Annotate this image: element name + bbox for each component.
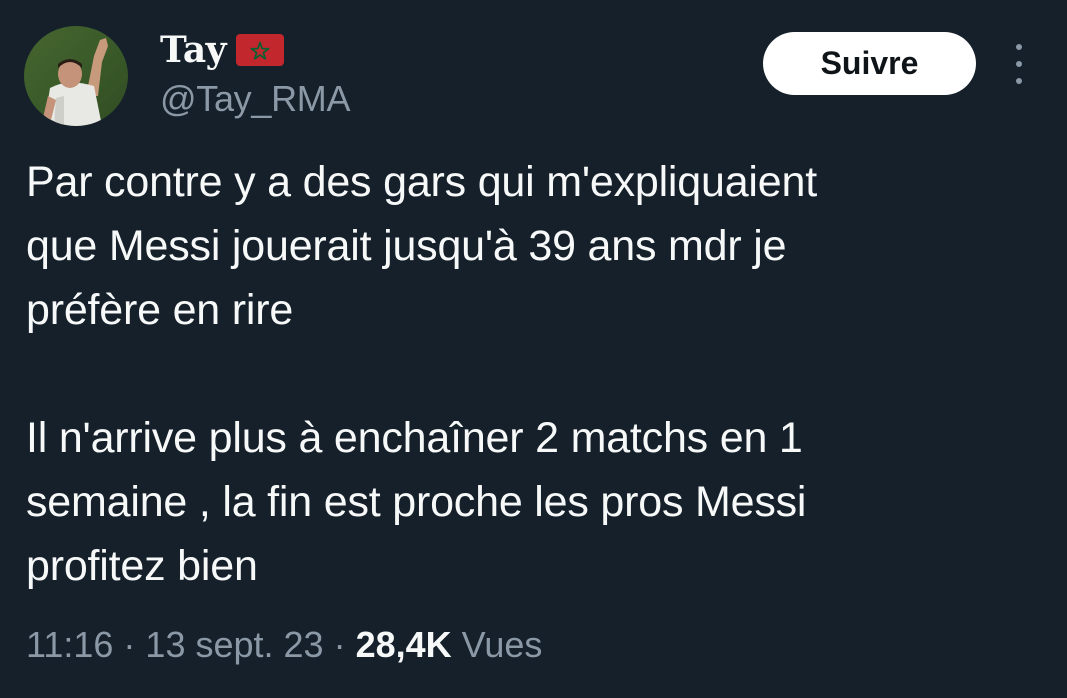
avatar[interactable] [24, 26, 128, 126]
more-options-icon[interactable] [1006, 44, 1032, 84]
tweet-time[interactable]: 11:16 [26, 624, 113, 666]
user-handle[interactable]: @Tay_RMA [160, 78, 350, 120]
follow-button[interactable]: Suivre [763, 32, 976, 95]
more-dot [1016, 44, 1022, 50]
tweet-card: Tay @Tay_RMA Suivre Par contre y a des g… [0, 0, 1067, 698]
name-row: Tay [160, 28, 350, 72]
more-dot [1016, 61, 1022, 67]
author-info: Tay @Tay_RMA [160, 28, 350, 120]
meta-separator: · [123, 624, 136, 665]
display-name[interactable]: Tay [160, 29, 227, 71]
more-dot [1016, 78, 1022, 84]
morocco-flag-icon [236, 34, 285, 66]
tweet-text: Par contre y a des gars qui m'expliquaie… [26, 158, 817, 590]
views-count: 28,4K [355, 624, 452, 665]
tweet-date[interactable]: 13 sept. 23 [145, 624, 323, 666]
meta-separator: · [333, 624, 346, 665]
tweet-meta: 11:16 · 13 sept. 23 · 28,4K Vues [26, 624, 542, 666]
avatar-image [24, 26, 128, 126]
views-label: Vues [461, 624, 543, 665]
